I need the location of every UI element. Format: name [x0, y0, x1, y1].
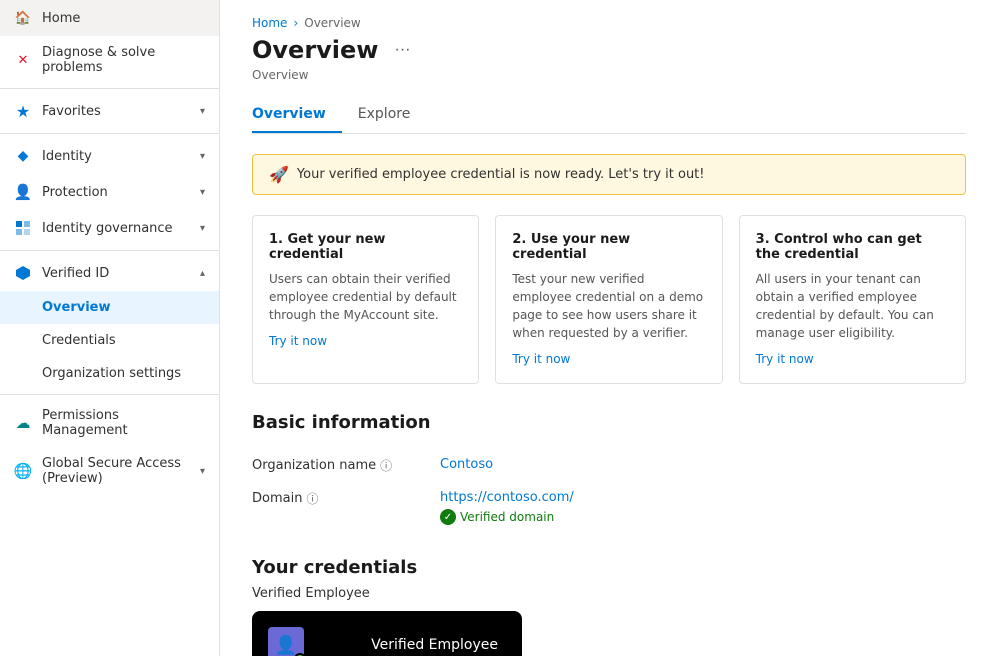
sidebar-item-identity[interactable]: ◆ Identity ▾: [0, 138, 219, 174]
step1-desc: Users can obtain their verified employee…: [269, 270, 462, 324]
domain-row: Domain ⓘ https://contoso.com/ ✓ Verified…: [252, 482, 966, 533]
sidebar-item-org-settings[interactable]: Organization settings: [0, 357, 219, 390]
tab-overview[interactable]: Overview: [252, 98, 342, 133]
sidebar-item-verified-id[interactable]: Verified ID ▴: [0, 255, 219, 291]
sidebar-item-home[interactable]: 🏠 Home: [0, 0, 219, 36]
credentials-title: Your credentials: [252, 557, 966, 578]
alert-banner: 🚀 Your verified employee credential is n…: [252, 154, 966, 195]
avatar-icon: 👤: [275, 635, 297, 656]
sidebar-item-label: Credentials: [42, 333, 205, 348]
credential-card: 👤 Verified Employee Contoso: [252, 611, 522, 656]
page-title: Overview: [252, 36, 378, 64]
main-content: Home › Overview Overview ··· Overview Ov…: [220, 0, 998, 656]
step-card-3: 3. Control who can get the credential Al…: [739, 215, 966, 384]
basic-info-title: Basic information: [252, 412, 966, 433]
sidebar-item-diagnose[interactable]: ✕ Diagnose & solve problems: [0, 36, 219, 84]
sidebar-item-label: Global Secure Access (Preview): [42, 456, 190, 486]
verified-badge: ✓ Verified domain: [440, 509, 574, 525]
org-name-label: Organization name ⓘ: [252, 457, 432, 474]
domain-info: https://contoso.com/ ✓ Verified domain: [440, 490, 574, 525]
step2-desc: Test your new verified employee credenti…: [512, 270, 705, 342]
sidebar-item-label: Identity governance: [42, 221, 190, 236]
sidebar-divider: [0, 394, 219, 395]
step3-title: 3. Control who can get the credential: [756, 232, 949, 262]
chevron-down-icon: ▾: [200, 466, 205, 477]
sidebar-item-permissions[interactable]: ☁ Permissions Management: [0, 399, 219, 447]
sidebar-divider: [0, 133, 219, 134]
breadcrumb-current: Overview: [304, 16, 361, 30]
sidebar-item-global-secure[interactable]: 🌐 Global Secure Access (Preview) ▾: [0, 447, 219, 495]
home-icon: 🏠: [14, 9, 32, 27]
info-table: Organization name ⓘ Contoso Domain ⓘ htt…: [252, 449, 966, 533]
page-subtitle: Overview: [252, 68, 966, 82]
domain-url[interactable]: https://contoso.com/: [440, 490, 574, 505]
protection-icon: 👤: [14, 183, 32, 201]
sidebar-item-label: Identity: [42, 149, 190, 164]
step1-title: 1. Get your new credential: [269, 232, 462, 262]
org-name-info-icon[interactable]: ⓘ: [380, 457, 392, 474]
diagnose-icon: ✕: [14, 51, 32, 69]
tabs: Overview Explore: [252, 98, 966, 134]
identity-icon: ◆: [14, 147, 32, 165]
sidebar-item-label: Home: [42, 11, 205, 26]
step2-title: 2. Use your new credential: [512, 232, 705, 262]
rocket-icon: 🚀: [269, 165, 289, 184]
sidebar-item-label: Permissions Management: [42, 408, 205, 438]
permissions-icon: ☁: [14, 414, 32, 432]
org-name-value: Contoso: [440, 457, 493, 472]
sidebar: 🏠 Home ✕ Diagnose & solve problems ★ Fav…: [0, 0, 220, 656]
step-card-2: 2. Use your new credential Test your new…: [495, 215, 722, 384]
credential-avatar: 👤: [268, 627, 304, 656]
breadcrumb-separator: ›: [293, 16, 298, 30]
credential-card-name: Verified Employee: [371, 637, 506, 653]
sidebar-item-favorites[interactable]: ★ Favorites ▾: [0, 93, 219, 129]
verified-id-icon: [14, 264, 32, 282]
global-icon: 🌐: [14, 462, 32, 480]
chevron-down-icon: ▾: [200, 187, 205, 198]
sidebar-item-label: Organization settings: [42, 366, 205, 381]
sidebar-divider: [0, 250, 219, 251]
domain-label: Domain ⓘ: [252, 490, 432, 507]
verified-check-icon: ✓: [440, 509, 456, 525]
sidebar-item-protection[interactable]: 👤 Protection ▾: [0, 174, 219, 210]
credential-card-inner: 👤 Verified Employee Contoso: [252, 611, 522, 656]
sidebar-item-label: Diagnose & solve problems: [42, 45, 205, 75]
sidebar-item-identity-governance[interactable]: Identity governance ▾: [0, 210, 219, 246]
step2-try-link[interactable]: Try it now: [512, 352, 570, 366]
step-cards: 1. Get your new credential Users can obt…: [252, 215, 966, 384]
tab-explore[interactable]: Explore: [358, 98, 427, 133]
sidebar-item-label: Verified ID: [42, 266, 190, 281]
sidebar-item-label: Overview: [42, 300, 205, 315]
sidebar-item-credentials[interactable]: Credentials: [0, 324, 219, 357]
step1-try-link[interactable]: Try it now: [269, 334, 327, 348]
domain-info-icon[interactable]: ⓘ: [306, 490, 318, 507]
more-options-button[interactable]: ···: [388, 39, 416, 61]
sidebar-item-label: Protection: [42, 185, 190, 200]
identity-governance-icon: [14, 219, 32, 237]
sidebar-divider: [0, 88, 219, 89]
chevron-down-icon: ▾: [200, 106, 205, 117]
sidebar-item-overview[interactable]: Overview: [0, 291, 219, 324]
step-card-1: 1. Get your new credential Users can obt…: [252, 215, 479, 384]
alert-text: Your verified employee credential is now…: [297, 167, 705, 182]
breadcrumb-home[interactable]: Home: [252, 16, 287, 30]
credential-card-header: 👤 Verified Employee: [268, 627, 506, 656]
chevron-up-icon: ▴: [200, 268, 205, 279]
step3-desc: All users in your tenant can obtain a ve…: [756, 270, 949, 342]
step3-try-link[interactable]: Try it now: [756, 352, 814, 366]
favorites-icon: ★: [14, 102, 32, 120]
sidebar-item-label: Favorites: [42, 104, 190, 119]
credential-type-label: Verified Employee: [252, 586, 966, 601]
chevron-down-icon: ▾: [200, 151, 205, 162]
org-name-row: Organization name ⓘ Contoso: [252, 449, 966, 482]
page-header: Overview ···: [252, 36, 966, 64]
breadcrumb: Home › Overview: [252, 16, 966, 30]
chevron-down-icon: ▾: [200, 223, 205, 234]
